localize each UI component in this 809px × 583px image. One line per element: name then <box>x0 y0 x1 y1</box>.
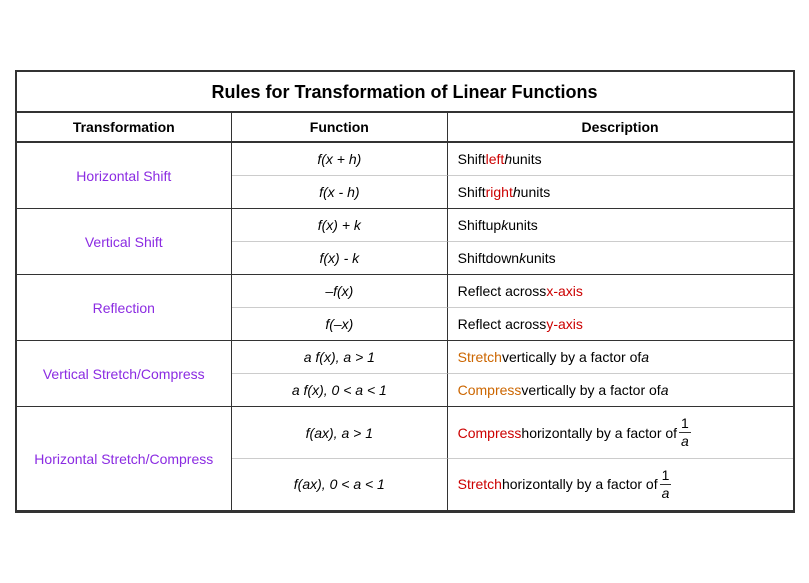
transform-label-horizontal-shift: Horizontal Shift <box>17 143 233 208</box>
desc-cell-vertical-stretch-0: Stretch vertically by a factor of a <box>448 341 793 374</box>
function-cell-horizontal-stretch-1: f(ax), 0 < a < 1 <box>232 459 448 510</box>
function-cell-vertical-shift-0: f(x) + k <box>232 209 448 242</box>
function-cell-reflection-0: –f(x) <box>232 275 448 308</box>
fraction-1-a: 1a <box>660 467 672 502</box>
function-cell-vertical-stretch-0: a f(x), a > 1 <box>232 341 448 374</box>
desc-cell-horizontal-stretch-0: Compress horizontally by a factor of 1a <box>448 407 793 459</box>
function-cell-horizontal-stretch-0: f(ax), a > 1 <box>232 407 448 459</box>
transform-label-vertical-shift: Vertical Shift <box>17 209 233 274</box>
desc-cell-reflection-0: Reflect across x-axis <box>448 275 793 308</box>
function-cell-vertical-stretch-1: a f(x), 0 < a < 1 <box>232 374 448 406</box>
section-horizontal-shift: Horizontal Shiftf(x + h)Shift left h uni… <box>17 143 793 209</box>
function-cell-vertical-shift-1: f(x) - k <box>232 242 448 274</box>
header-description: Description <box>448 113 793 141</box>
transform-label-reflection: Reflection <box>17 275 233 340</box>
function-cell-reflection-1: f(–x) <box>232 308 448 340</box>
desc-cell-vertical-shift-1: Shift down k units <box>448 242 793 274</box>
section-vertical-shift: Vertical Shiftf(x) + kShift up k unitsf(… <box>17 209 793 275</box>
transformation-table: Rules for Transformation of Linear Funct… <box>15 70 795 512</box>
desc-cell-reflection-1: Reflect across y-axis <box>448 308 793 340</box>
function-cell-horizontal-shift-0: f(x + h) <box>232 143 448 176</box>
section-horizontal-stretch: Horizontal Stretch/Compressf(ax), a > 1C… <box>17 407 793 510</box>
header-transformation: Transformation <box>17 113 233 141</box>
section-vertical-stretch: Vertical Stretch/Compressa f(x), a > 1St… <box>17 341 793 407</box>
section-reflection: Reflection–f(x)Reflect across x-axisf(–x… <box>17 275 793 341</box>
desc-cell-vertical-shift-0: Shift up k units <box>448 209 793 242</box>
fraction-1-a: 1a <box>679 415 691 450</box>
table-title: Rules for Transformation of Linear Funct… <box>17 72 793 113</box>
table-body: Horizontal Shiftf(x + h)Shift left h uni… <box>17 143 793 510</box>
desc-cell-horizontal-stretch-1: Stretch horizontally by a factor of 1a <box>448 459 793 510</box>
desc-cell-horizontal-shift-1: Shift right h units <box>448 176 793 208</box>
function-cell-horizontal-shift-1: f(x - h) <box>232 176 448 208</box>
table-header: Transformation Function Description <box>17 113 793 143</box>
transform-label-horizontal-stretch: Horizontal Stretch/Compress <box>17 407 233 509</box>
desc-cell-vertical-stretch-1: Compress vertically by a factor of a <box>448 374 793 406</box>
transform-label-vertical-stretch: Vertical Stretch/Compress <box>17 341 233 406</box>
header-function: Function <box>232 113 448 141</box>
desc-cell-horizontal-shift-0: Shift left h units <box>448 143 793 176</box>
